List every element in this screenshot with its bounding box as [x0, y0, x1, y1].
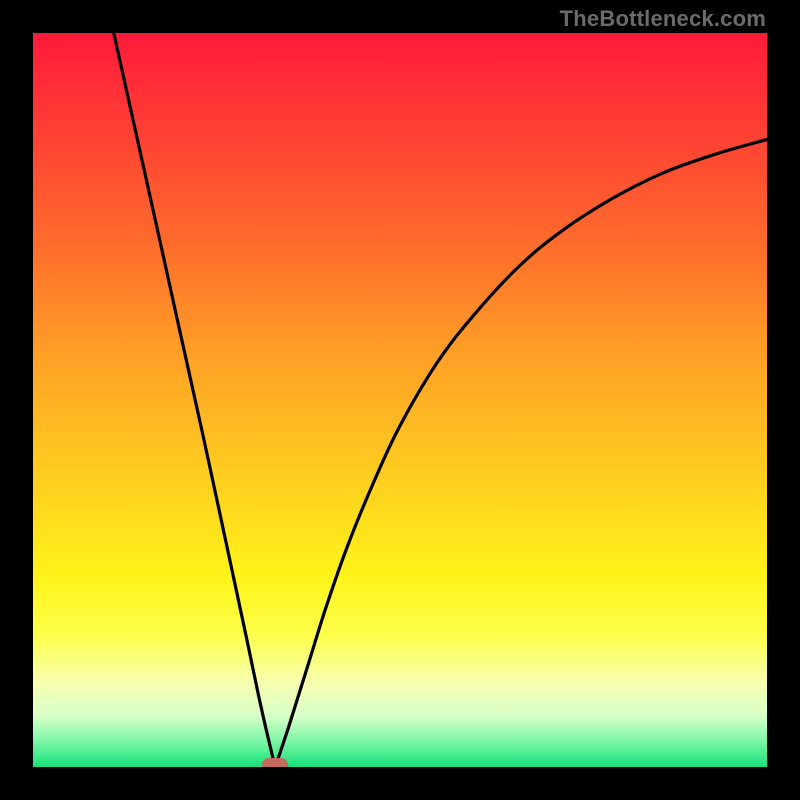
- watermark-text: TheBottleneck.com: [560, 6, 766, 32]
- curve-right-branch: [275, 139, 767, 767]
- chart-frame: TheBottleneck.com: [0, 0, 800, 800]
- optimum-marker: [262, 758, 288, 767]
- bottleneck-curve: [33, 33, 767, 767]
- curve-left-branch: [114, 33, 275, 767]
- plot-area: [33, 33, 767, 767]
